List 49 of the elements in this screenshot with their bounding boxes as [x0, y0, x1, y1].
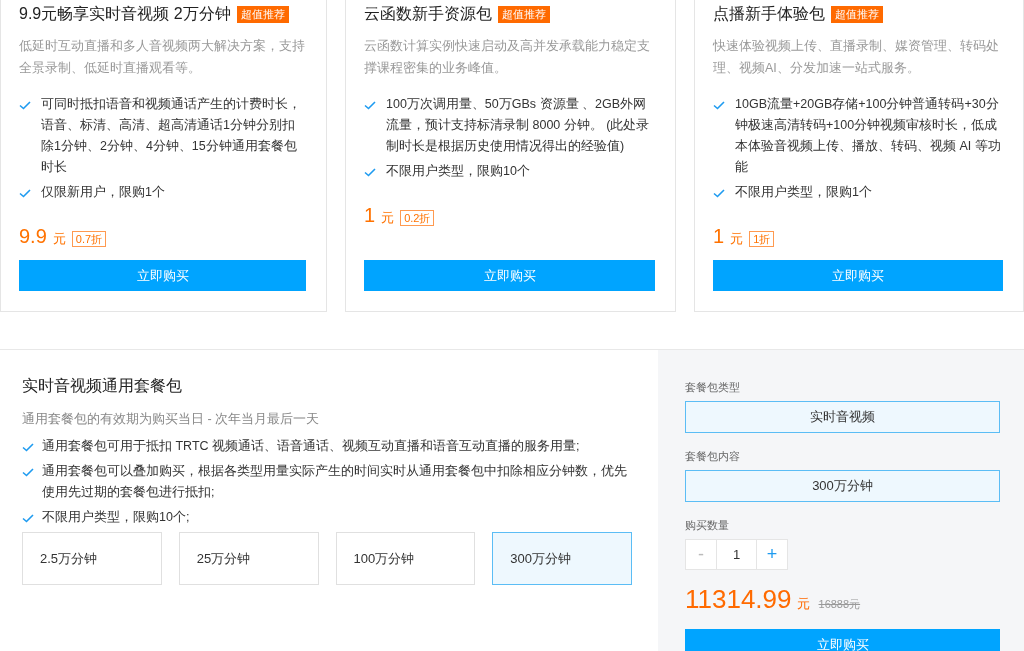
card-description: 低延时互动直播和多人音视频两大解决方案，支持全景录制、低延时直播观看等。 — [19, 38, 306, 77]
check-icon — [713, 189, 725, 198]
package-title: 实时音视频通用套餐包 — [22, 376, 183, 396]
check-icon — [19, 189, 31, 198]
card-description: 云函数计算实例快速启动及高并发承载能力稳定支撑课程密集的业务峰值。 — [364, 38, 651, 77]
price: 9.9 — [19, 225, 47, 248]
discount-tag: 0.2折 — [400, 210, 435, 226]
price: 1 — [364, 204, 376, 227]
feature-text: 通用套餐包可以叠加购买，根据各类型用量实际产生的时间实时从通用套餐包中扣除相应分钟数，优先使用先过期的套餐包进行抵扣; — [42, 463, 628, 501]
total-price: 11314.99 — [685, 584, 792, 615]
check-icon — [22, 514, 34, 523]
feature-text: 不限用户类型，限购1个 — [735, 184, 872, 201]
field-label: 购买数量 — [685, 518, 730, 533]
card-title: 点播新手体验包 — [713, 3, 825, 24]
recommend-badge: 超值推荐 — [831, 5, 883, 23]
feature-text: 10GB流量+20GB存储+100分钟普通转码+30分钟极速高清转码+100分钟视频审核时长，低成本体验音视频上传、播放、转码、视频 AI 等功能 — [735, 96, 1002, 176]
recommend-badge: 超值推荐 — [236, 5, 289, 23]
feature-text: 不限用户类型，限购10个; — [42, 509, 190, 526]
feature-text: 不限用户类型，限购10个 — [386, 163, 530, 180]
price-unit: 元 — [381, 209, 395, 227]
card-title: 9.9元畅享实时音视频 2万分钟 — [19, 3, 231, 24]
check-icon — [19, 101, 31, 110]
field-label: 套餐包类型 — [685, 380, 741, 395]
check-icon — [364, 101, 376, 110]
recommend-badge: 超值推荐 — [498, 5, 550, 23]
original-price: 16888元 — [818, 597, 861, 612]
package-type-field[interactable]: 实时音视频 — [685, 401, 1000, 433]
check-icon — [22, 443, 34, 452]
price-unit: 元 — [796, 595, 810, 613]
field-label: 套餐包内容 — [685, 449, 741, 464]
package-option[interactable]: 300万分钟 — [492, 532, 632, 585]
feature-text: 仅限新用户，限购1个 — [41, 184, 165, 201]
package-option[interactable]: 2.5万分钟 — [22, 532, 162, 585]
feature-text: 可同时抵扣语音和视频通话产生的计费时长，语音、标清、高清、超高清通话1分钟分别扣除1分钟、2分钟、4分钟、15分钟通用套餐包时长 — [41, 96, 302, 176]
check-icon — [364, 168, 376, 177]
price-unit: 元 — [730, 230, 744, 248]
price-unit: 元 — [52, 230, 66, 248]
validity-text: 通用套餐包的有效期为购买当日 - 次年当月最后一天 — [22, 411, 321, 428]
package-option[interactable]: 25万分钟 — [178, 532, 319, 585]
feature-text: 100万次调用量、50万GBs 资源量 、2GB外网流量，预计支持标清录制 8000 分钟。 (此处录制时长是根据历史使用情况得出的经验值) — [386, 96, 651, 155]
discount-tag: 1折 — [749, 231, 775, 247]
card-title: 云函数新手资源包 — [364, 3, 492, 24]
price: 1 — [713, 225, 725, 248]
check-icon — [713, 101, 725, 110]
discount-tag: 0.7折 — [71, 231, 107, 247]
feature-text: 通用套餐包可用于抵扣 TRTC 视频通话、语音通话、视频互动直播和语音互动直播的服务用量; — [42, 438, 580, 455]
check-icon — [22, 468, 34, 477]
package-option[interactable]: 100万分钟 — [335, 532, 476, 585]
package-content-field[interactable]: 300万分钟 — [685, 470, 1000, 502]
